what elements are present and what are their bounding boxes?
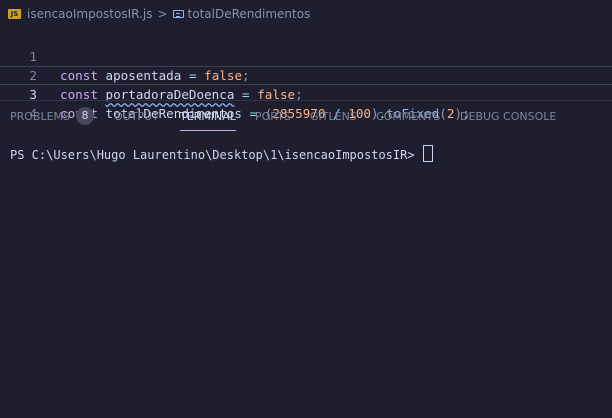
- javascript-file-icon: JS: [8, 9, 21, 19]
- tab-debug-console[interactable]: DEBUG CONSOLE: [460, 101, 556, 133]
- terminal-output[interactable]: PS C:\Users\Hugo Laurentino\Desktop\1\is…: [10, 145, 602, 164]
- tab-ports[interactable]: PORTS: [255, 101, 291, 133]
- breadcrumb-symbol[interactable]: totalDeRendimentos: [188, 7, 311, 21]
- code-line: 2 const portadoraDeDoenca = false;: [0, 47, 612, 102]
- breadcrumb: JS isencaoImpostosIR.js > totalDeRendime…: [0, 0, 612, 28]
- breadcrumb-file[interactable]: isencaoImpostosIR.js: [27, 7, 152, 21]
- code-editor[interactable]: 1 const aposentada = false; 2 const port…: [0, 28, 612, 121]
- code-line: 1 const aposentada = false;: [0, 28, 612, 83]
- code-line-current: 3 const totalDeRendimentos = (2855970 / …: [0, 66, 612, 121]
- terminal-cursor: [422, 145, 433, 162]
- problems-count-badge: 8: [76, 107, 95, 125]
- chevron-right-icon: >: [157, 7, 168, 21]
- variable-icon: [172, 10, 184, 18]
- tab-output[interactable]: OUTPUT: [114, 101, 159, 133]
- tab-terminal[interactable]: TERMINAL: [180, 101, 236, 133]
- tab-label: PROBLEMS: [10, 110, 71, 123]
- tab-gitlens[interactable]: GITLENS: [310, 101, 357, 133]
- panel-tabs: PROBLEMS 8 OUTPUT TERMINAL PORTS GITLENS …: [0, 101, 612, 133]
- tab-comments[interactable]: COMMENTS: [376, 101, 440, 133]
- tab-problems[interactable]: PROBLEMS 8: [10, 101, 95, 133]
- terminal-prompt: PS C:\Users\Hugo Laurentino\Desktop\1\is…: [10, 148, 422, 162]
